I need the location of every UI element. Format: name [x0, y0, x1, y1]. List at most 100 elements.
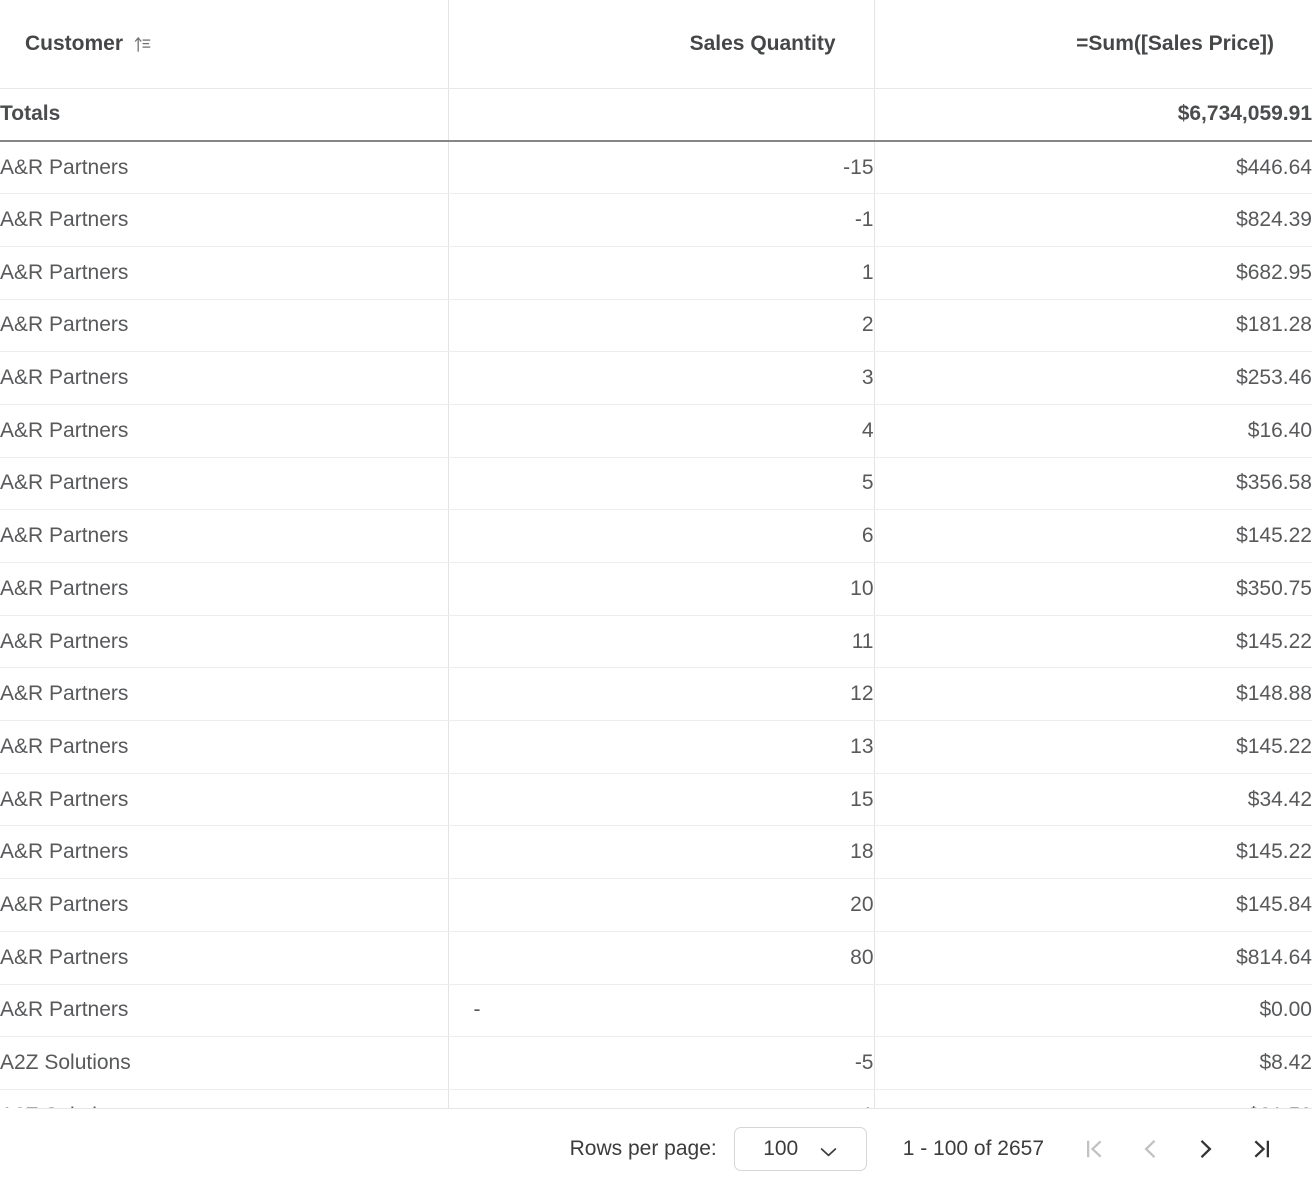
cell-sales-quantity: 3 — [448, 352, 874, 405]
chevron-down-icon — [820, 1144, 837, 1154]
cell-sales-quantity: 4 — [448, 404, 874, 457]
table-row[interactable]: A&R Partners-15$446.64 — [0, 141, 1312, 194]
table-row[interactable]: A&R Partners12$148.88 — [0, 668, 1312, 721]
cell-sales-quantity: 18 — [448, 826, 874, 879]
cell-sales-quantity: -5 — [448, 1037, 874, 1090]
table-row[interactable]: A&R Partners6$145.22 — [0, 510, 1312, 563]
cell-sales-quantity: 6 — [448, 510, 874, 563]
table-row[interactable]: A&R Partners1$682.95 — [0, 246, 1312, 299]
column-header-customer[interactable]: Customer — [0, 0, 448, 88]
table-row[interactable]: A2Z Solutions-5$8.42 — [0, 1037, 1312, 1090]
table-row[interactable]: A&R Partners18$145.22 — [0, 826, 1312, 879]
last-page-button[interactable] — [1234, 1125, 1290, 1173]
chevron-left-icon — [1137, 1136, 1163, 1162]
cell-sales-price-sum: $145.22 — [874, 721, 1312, 774]
last-page-icon — [1249, 1136, 1275, 1162]
table-row[interactable]: A&R Partners10$350.75 — [0, 563, 1312, 616]
table-row[interactable]: A2Z Solutions-1$31.50 — [0, 1089, 1312, 1108]
cell-sales-price-sum: $446.64 — [874, 141, 1312, 194]
cell-sales-price-sum: $824.39 — [874, 194, 1312, 247]
cell-sales-price-sum: $145.22 — [874, 510, 1312, 563]
cell-customer: A&R Partners — [0, 457, 448, 510]
cell-customer: A&R Partners — [0, 826, 448, 879]
table-row[interactable]: A&R Partners13$145.22 — [0, 721, 1312, 774]
totals-label: Totals — [0, 88, 448, 141]
table-row[interactable]: A&R Partners20$145.84 — [0, 879, 1312, 932]
cell-customer: A&R Partners — [0, 141, 448, 194]
cell-customer: A&R Partners — [0, 668, 448, 721]
cell-sales-price-sum: $145.22 — [874, 615, 1312, 668]
cell-customer: A&R Partners — [0, 773, 448, 826]
cell-sales-price-sum: $145.22 — [874, 826, 1312, 879]
previous-page-button[interactable] — [1122, 1125, 1178, 1173]
cell-sales-quantity: 12 — [448, 668, 874, 721]
pagination-range-label: 1 - 100 of 2657 — [903, 1137, 1044, 1161]
table-body: Totals $6,734,059.91 A&R Partners-15$446… — [0, 88, 1312, 1108]
cell-sales-price-sum: $814.64 — [874, 931, 1312, 984]
table-row[interactable]: A&R Partners3$253.46 — [0, 352, 1312, 405]
cell-sales-quantity: 1 — [448, 246, 874, 299]
pagination-nav — [1066, 1125, 1290, 1173]
cell-sales-quantity: 5 — [448, 457, 874, 510]
cell-sales-price-sum: $682.95 — [874, 246, 1312, 299]
table-row[interactable]: A&R Partners2$181.28 — [0, 299, 1312, 352]
cell-customer: A&R Partners — [0, 404, 448, 457]
cell-customer: A&R Partners — [0, 984, 448, 1037]
cell-sales-quantity: 20 — [448, 879, 874, 932]
cell-sales-price-sum: $350.75 — [874, 563, 1312, 616]
table-row[interactable]: A&R Partners4$16.40 — [0, 404, 1312, 457]
cell-sales-quantity: 15 — [448, 773, 874, 826]
cell-sales-quantity: 10 — [448, 563, 874, 616]
first-page-icon — [1081, 1136, 1107, 1162]
table-row[interactable]: A&R Partners11$145.22 — [0, 615, 1312, 668]
cell-customer: A2Z Solutions — [0, 1089, 448, 1108]
sort-ascending-icon[interactable] — [134, 35, 151, 52]
cell-sales-quantity: -1 — [448, 1089, 874, 1108]
table-scroll-viewport[interactable]: Customer — [0, 0, 1312, 1108]
data-table: Customer — [0, 0, 1312, 1108]
paginator: Rows per page: 100 1 - 100 of 2657 — [0, 1108, 1312, 1190]
cell-customer: A&R Partners — [0, 194, 448, 247]
cell-sales-quantity: 80 — [448, 931, 874, 984]
column-header-customer-label: Customer — [25, 32, 123, 56]
cell-customer: A&R Partners — [0, 510, 448, 563]
totals-sales-price-sum: $6,734,059.91 — [874, 88, 1312, 141]
cell-sales-quantity: -1 — [448, 194, 874, 247]
cell-sales-price-sum: $34.42 — [874, 773, 1312, 826]
cell-customer: A&R Partners — [0, 352, 448, 405]
table-row[interactable]: A&R Partners-$0.00 — [0, 984, 1312, 1037]
totals-row: Totals $6,734,059.91 — [0, 88, 1312, 141]
cell-customer: A&R Partners — [0, 563, 448, 616]
cell-sales-price-sum: $253.46 — [874, 352, 1312, 405]
cell-customer: A&R Partners — [0, 879, 448, 932]
cell-customer: A&R Partners — [0, 299, 448, 352]
cell-sales-price-sum: $8.42 — [874, 1037, 1312, 1090]
table-row[interactable]: A&R Partners5$356.58 — [0, 457, 1312, 510]
cell-sales-price-sum: $31.50 — [874, 1089, 1312, 1108]
cell-customer: A&R Partners — [0, 721, 448, 774]
cell-sales-quantity: 13 — [448, 721, 874, 774]
column-header-sales-price-sum[interactable]: =Sum([Sales Price]) — [874, 0, 1312, 88]
cell-sales-price-sum: $181.28 — [874, 299, 1312, 352]
table-row[interactable]: A&R Partners80$814.64 — [0, 931, 1312, 984]
cell-sales-quantity: -15 — [448, 141, 874, 194]
first-page-button[interactable] — [1066, 1125, 1122, 1173]
rows-per-page-label: Rows per page: — [570, 1137, 717, 1161]
data-grid-container: Customer — [0, 0, 1312, 1190]
cell-sales-price-sum: $0.00 — [874, 984, 1312, 1037]
cell-customer: A&R Partners — [0, 246, 448, 299]
totals-sales-quantity — [448, 88, 874, 141]
table-row[interactable]: A&R Partners15$34.42 — [0, 773, 1312, 826]
cell-customer: A2Z Solutions — [0, 1037, 448, 1090]
cell-sales-price-sum: $148.88 — [874, 668, 1312, 721]
cell-sales-price-sum: $16.40 — [874, 404, 1312, 457]
cell-sales-quantity: - — [448, 984, 874, 1037]
table-row[interactable]: A&R Partners-1$824.39 — [0, 194, 1312, 247]
cell-sales-price-sum: $356.58 — [874, 457, 1312, 510]
table-header: Customer — [0, 0, 1312, 88]
column-header-sales-quantity[interactable]: Sales Quantity — [448, 0, 874, 88]
next-page-button[interactable] — [1178, 1125, 1234, 1173]
rows-per-page-value: 100 — [763, 1137, 798, 1161]
rows-per-page-select[interactable]: 100 — [734, 1127, 867, 1171]
cell-customer: A&R Partners — [0, 615, 448, 668]
